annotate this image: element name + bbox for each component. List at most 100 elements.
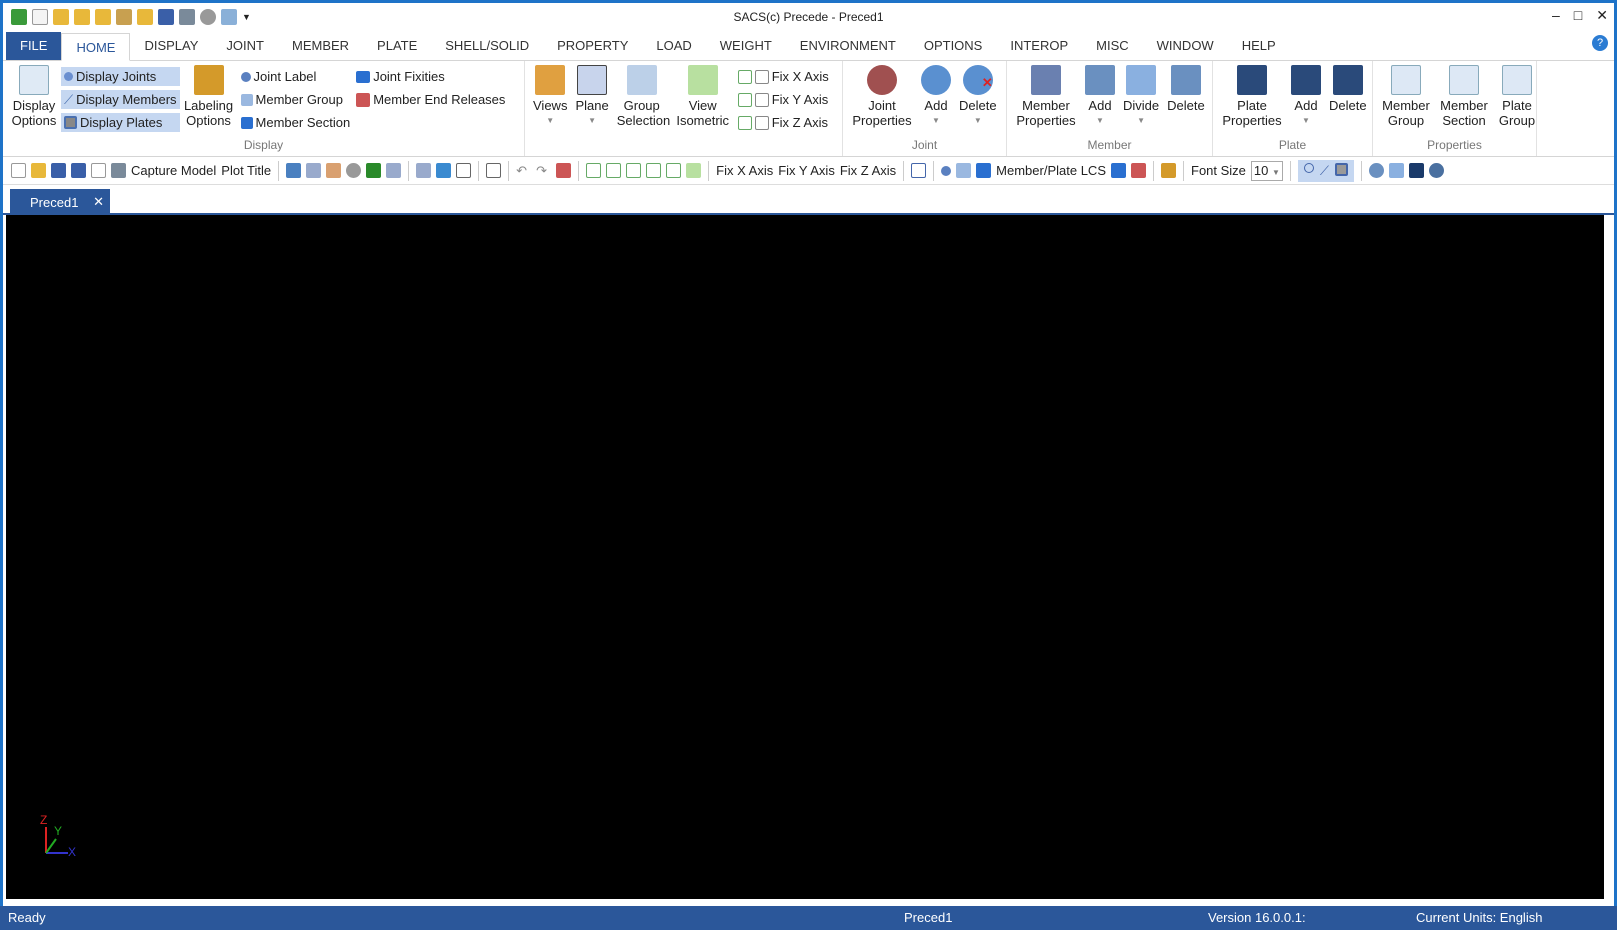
display-members-icon[interactable]: ⟋: [1320, 163, 1329, 179]
cube-icon: [737, 115, 752, 130]
box-icon[interactable]: [436, 163, 452, 178]
select-joint-icon[interactable]: [1369, 163, 1385, 178]
list-icon[interactable]: [486, 163, 502, 178]
view-left-icon[interactable]: [626, 163, 642, 178]
move-icon[interactable]: [456, 163, 472, 178]
tab-misc[interactable]: MISC: [1082, 32, 1143, 60]
joint-label-icon[interactable]: [941, 165, 952, 176]
font-size-select[interactable]: 10 ▼: [1250, 160, 1283, 181]
tab-interop[interactable]: INTEROP: [996, 32, 1082, 60]
member-group-icon[interactable]: [956, 163, 972, 178]
tab-help[interactable]: HELP: [1228, 32, 1290, 60]
member-section-button[interactable]: Member Section: [238, 113, 354, 132]
tab-environment[interactable]: ENVIRONMENT: [786, 32, 910, 60]
capture-model-button[interactable]: Capture Model: [131, 163, 216, 178]
group-selection-button[interactable]: Group Selection: [613, 63, 671, 156]
fix-y-axis-button[interactable]: Fix Y Axis: [735, 90, 832, 109]
fixities-icon[interactable]: [1111, 163, 1126, 178]
maximize-button[interactable]: □: [1574, 7, 1582, 24]
select-all-icon[interactable]: [1429, 163, 1445, 178]
view-back-icon[interactable]: [606, 163, 622, 178]
tab-home[interactable]: HOME: [61, 33, 131, 61]
member-plate-lcs-button[interactable]: Member/Plate LCS: [996, 163, 1106, 178]
fix-z-axis-button[interactable]: Fix Z Axis: [840, 163, 896, 178]
new-file-icon[interactable]: [32, 9, 48, 25]
views-button[interactable]: Views ▼: [529, 63, 571, 156]
zoom-fit-icon[interactable]: [416, 163, 432, 178]
export-icon[interactable]: [221, 9, 237, 25]
view-top-icon[interactable]: [666, 163, 682, 178]
tab-joint[interactable]: JOINT: [212, 32, 278, 60]
tab-property[interactable]: PROPERTY: [543, 32, 642, 60]
open-folder-icon[interactable]: [31, 163, 46, 178]
display-joints-toggle[interactable]: Display Joints: [61, 67, 180, 86]
open-folder-icon[interactable]: [53, 9, 69, 25]
customize-dropdown-icon[interactable]: ▼: [242, 12, 251, 22]
fix-x-axis-button[interactable]: Fix X Axis: [716, 163, 773, 178]
gear-icon[interactable]: [200, 9, 216, 25]
copy-icon[interactable]: [91, 163, 106, 178]
view-isometric-button[interactable]: View Isometric: [671, 63, 735, 156]
redo-icon[interactable]: ↷: [536, 163, 551, 178]
open-recent-icon[interactable]: [95, 9, 111, 25]
view-front-icon[interactable]: [586, 163, 602, 178]
view-iso-icon[interactable]: [686, 163, 702, 178]
refresh-icon[interactable]: [286, 163, 302, 178]
new-file-icon[interactable]: [11, 163, 26, 178]
rotate-icon[interactable]: [346, 163, 362, 178]
tab-file[interactable]: FILE: [6, 32, 62, 60]
member-section-icon[interactable]: [976, 163, 992, 178]
plate-icon: [64, 116, 77, 129]
plot-title-button[interactable]: Plot Title: [221, 163, 271, 178]
layout-icon[interactable]: [911, 163, 927, 178]
database-icon[interactable]: [116, 9, 132, 25]
close-button[interactable]: ✕: [1596, 7, 1608, 24]
save-as-icon[interactable]: [71, 163, 86, 178]
load-label-icon[interactable]: [1161, 163, 1176, 178]
save-icon[interactable]: [158, 9, 174, 25]
joint-fixities-button[interactable]: Joint Fixities: [353, 67, 508, 86]
display-plates-toggle[interactable]: Display Plates: [61, 113, 180, 132]
document-tab[interactable]: Preced1 ✕: [10, 189, 110, 215]
display-plates-icon[interactable]: [1335, 162, 1349, 176]
tab-plate[interactable]: PLATE: [363, 32, 431, 60]
model-viewport[interactable]: Z Y X: [6, 215, 1604, 899]
close-tab-button[interactable]: ✕: [93, 194, 104, 210]
pan-hand-icon[interactable]: [326, 163, 342, 178]
tab-window[interactable]: WINDOW: [1143, 32, 1228, 60]
zoom-window-icon[interactable]: [386, 163, 402, 178]
plane-button[interactable]: Plane ▼: [571, 63, 612, 156]
releases-icon[interactable]: [1131, 163, 1146, 178]
view-right-icon[interactable]: [646, 163, 662, 178]
fix-y-axis-button[interactable]: Fix Y Axis: [778, 163, 835, 178]
print-icon[interactable]: [111, 163, 126, 178]
fix-z-axis-button[interactable]: Fix Z Axis: [735, 113, 832, 132]
select-plate-icon[interactable]: [1409, 163, 1425, 178]
plane-icon: [577, 65, 608, 95]
member-group-button[interactable]: Member Group: [238, 90, 354, 109]
fix-x-axis-button[interactable]: Fix X Axis: [735, 67, 832, 86]
minimize-button[interactable]: –: [1552, 7, 1560, 24]
tab-shell-solid[interactable]: SHELL/SOLID: [431, 32, 543, 60]
tab-member[interactable]: MEMBER: [278, 32, 363, 60]
tab-load[interactable]: LOAD: [642, 32, 705, 60]
undo-icon[interactable]: ↶: [516, 163, 531, 178]
tab-weight[interactable]: WEIGHT: [706, 32, 786, 60]
save-icon[interactable]: [51, 163, 66, 178]
help-icon[interactable]: ?: [1592, 35, 1608, 51]
redo-view-icon[interactable]: [366, 163, 382, 178]
select-member-icon[interactable]: [1389, 163, 1405, 178]
delete-icon[interactable]: [556, 163, 572, 178]
display-joints-icon[interactable]: [1303, 162, 1314, 173]
tab-options[interactable]: OPTIONS: [910, 32, 997, 60]
cube-icon: [737, 69, 752, 84]
joint-label-button[interactable]: Joint Label: [238, 67, 354, 86]
zoom-in-icon[interactable]: [306, 163, 322, 178]
member-end-releases-button[interactable]: Member End Releases: [353, 90, 508, 109]
releases-icon: [356, 92, 371, 107]
tab-display[interactable]: DISPLAY: [130, 32, 212, 60]
open-model-icon[interactable]: [74, 9, 90, 25]
import-icon[interactable]: [137, 9, 153, 25]
display-members-toggle[interactable]: ⟋ Display Members: [61, 90, 180, 109]
print-icon[interactable]: [179, 9, 195, 25]
